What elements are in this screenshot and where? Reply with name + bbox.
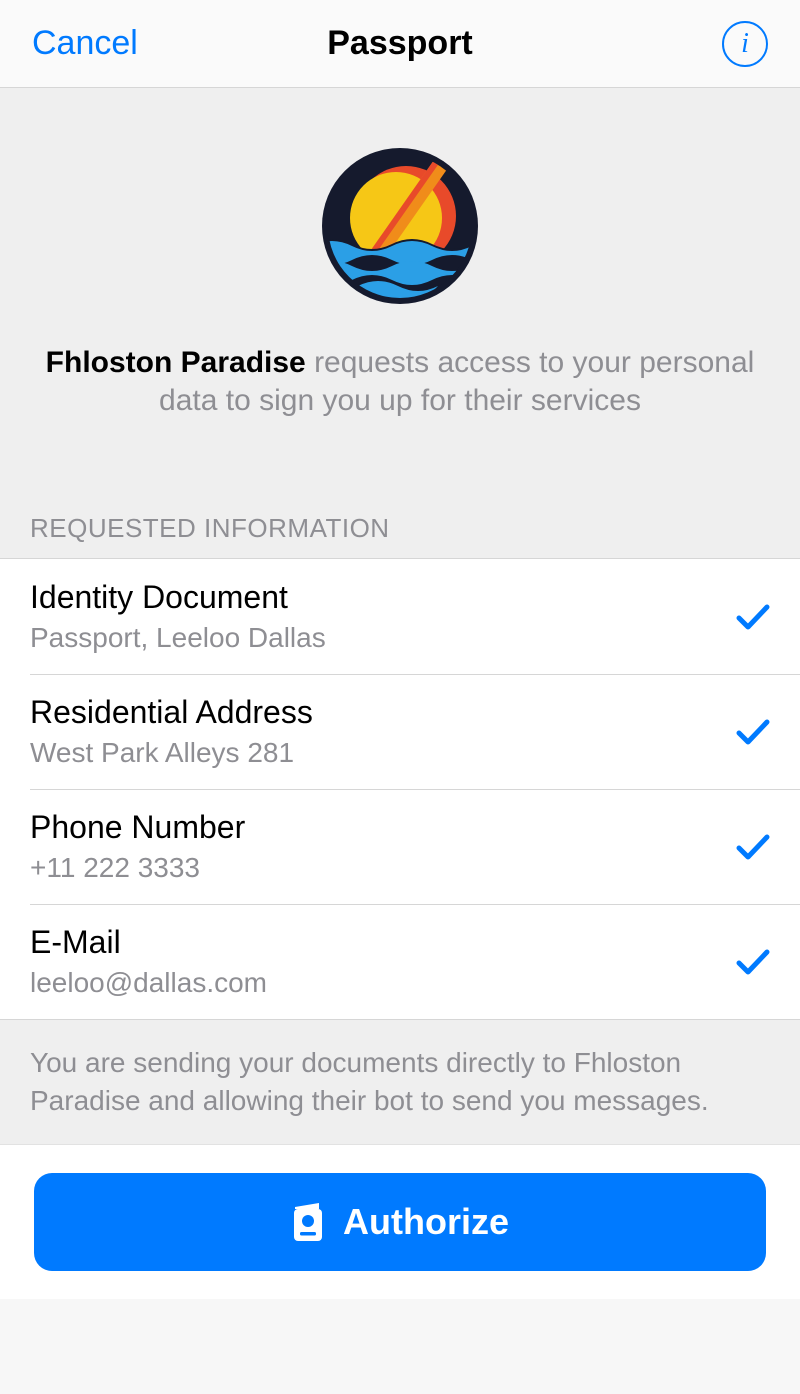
row-title: Residential Address: [30, 694, 716, 731]
checkmark-icon: [736, 948, 770, 976]
checkmark-icon: [736, 603, 770, 631]
authorize-label: Authorize: [343, 1201, 509, 1243]
row-subtitle: +11 222 3333: [30, 852, 716, 884]
checkmark-icon: [736, 718, 770, 746]
row-identity-document[interactable]: Identity Document Passport, Leeloo Dalla…: [0, 559, 800, 674]
requested-list: Identity Document Passport, Leeloo Dalla…: [0, 558, 800, 1020]
hero-section: Fhloston Paradise requests access to you…: [0, 88, 800, 449]
row-residential-address[interactable]: Residential Address West Park Alleys 281: [0, 674, 800, 789]
authorize-button[interactable]: Authorize: [34, 1173, 766, 1271]
row-title: E-Mail: [30, 924, 716, 961]
logo-wrap: [40, 148, 760, 304]
row-title: Phone Number: [30, 809, 716, 846]
row-subtitle: leeloo@dallas.com: [30, 967, 716, 999]
button-wrap: Authorize: [0, 1145, 800, 1299]
requester-name: Fhloston Paradise: [46, 346, 306, 379]
row-subtitle: Passport, Leeloo Dallas: [30, 622, 716, 654]
info-icon: i: [741, 30, 749, 58]
row-email[interactable]: E-Mail leeloo@dallas.com: [0, 904, 800, 1019]
footer-text: You are sending your documents directly …: [0, 1020, 800, 1145]
row-subtitle: West Park Alleys 281: [30, 737, 716, 769]
info-button[interactable]: i: [722, 21, 768, 67]
service-logo: [322, 148, 478, 304]
row-phone-number[interactable]: Phone Number +11 222 3333: [0, 789, 800, 904]
row-title: Identity Document: [30, 579, 716, 616]
nav-bar: Cancel Passport i: [0, 0, 800, 88]
section-header: REQUESTED INFORMATION: [0, 449, 800, 558]
page-title: Passport: [327, 24, 473, 63]
passport-icon: [291, 1201, 325, 1243]
checkmark-icon: [736, 833, 770, 861]
hero-text: Fhloston Paradise requests access to you…: [40, 344, 760, 419]
cancel-button[interactable]: Cancel: [32, 24, 138, 63]
